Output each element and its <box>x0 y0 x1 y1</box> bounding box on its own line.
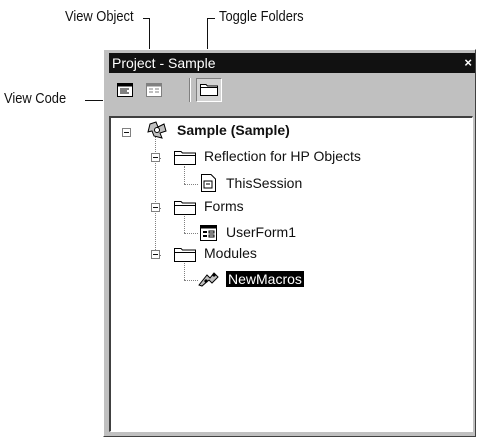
window-titlebar[interactable]: Project - Sample × <box>109 53 475 73</box>
tree-node-label: Reflection for HP Objects <box>204 148 361 164</box>
view-code-callout: View Code <box>4 90 67 107</box>
module-icon <box>198 272 219 287</box>
view-code-icon <box>117 83 133 97</box>
view-object-callout: View Object <box>65 8 134 25</box>
tree-node-userform1[interactable]: UserForm1 <box>226 224 296 240</box>
tree-connector <box>184 263 185 280</box>
folder-icon <box>174 201 196 215</box>
tree-connector <box>184 233 198 234</box>
project-explorer-window: Project - Sample × Sample (Sample) Refle… <box>103 49 476 437</box>
close-icon[interactable]: × <box>464 53 472 73</box>
toolbar-separator <box>189 78 191 102</box>
tree-connector <box>184 184 198 185</box>
tree-node-folder-objects[interactable]: Reflection for HP Objects <box>204 148 361 164</box>
document-module-icon <box>201 174 216 192</box>
tree-node-label: Forms <box>204 198 244 214</box>
tree-connector <box>184 216 185 233</box>
tree-node-newmacros[interactable]: NewMacros <box>226 271 304 287</box>
collapse-toggle[interactable] <box>151 153 160 162</box>
tree-node-folder-modules[interactable]: Modules <box>204 245 257 261</box>
tree-node-root[interactable]: Sample (Sample) <box>177 122 290 138</box>
tree-node-label: Sample (Sample) <box>177 122 290 138</box>
toggle-folders-callout-line <box>207 18 215 19</box>
collapse-toggle[interactable] <box>122 128 131 137</box>
tree-connector <box>184 280 198 281</box>
toggle-folders-button[interactable] <box>196 78 222 102</box>
userform-icon <box>200 225 217 241</box>
tree-node-label: ThisSession <box>226 175 303 191</box>
toggle-folders-callout: Toggle Folders <box>219 8 304 25</box>
tree-node-label: Modules <box>204 245 257 261</box>
folder-icon <box>200 84 218 96</box>
window-title: Project - Sample <box>112 55 216 71</box>
vba-project-icon <box>147 121 167 139</box>
tree-node-label: UserForm1 <box>226 224 297 240</box>
project-tree[interactable]: Sample (Sample) Reflection for HP Object… <box>109 116 473 432</box>
tree-node-label: NewMacros <box>228 271 302 287</box>
collapse-toggle[interactable] <box>151 203 160 212</box>
folder-icon <box>174 151 196 165</box>
collapse-toggle[interactable] <box>151 250 160 259</box>
view-code-button[interactable] <box>114 80 136 100</box>
view-object-icon <box>146 83 162 97</box>
tree-node-folder-forms[interactable]: Forms <box>204 198 244 214</box>
tree-node-thissession[interactable]: ThisSession <box>226 175 302 191</box>
folder-icon <box>174 248 196 262</box>
view-object-button[interactable] <box>143 80 165 100</box>
tree-connector <box>184 166 185 184</box>
